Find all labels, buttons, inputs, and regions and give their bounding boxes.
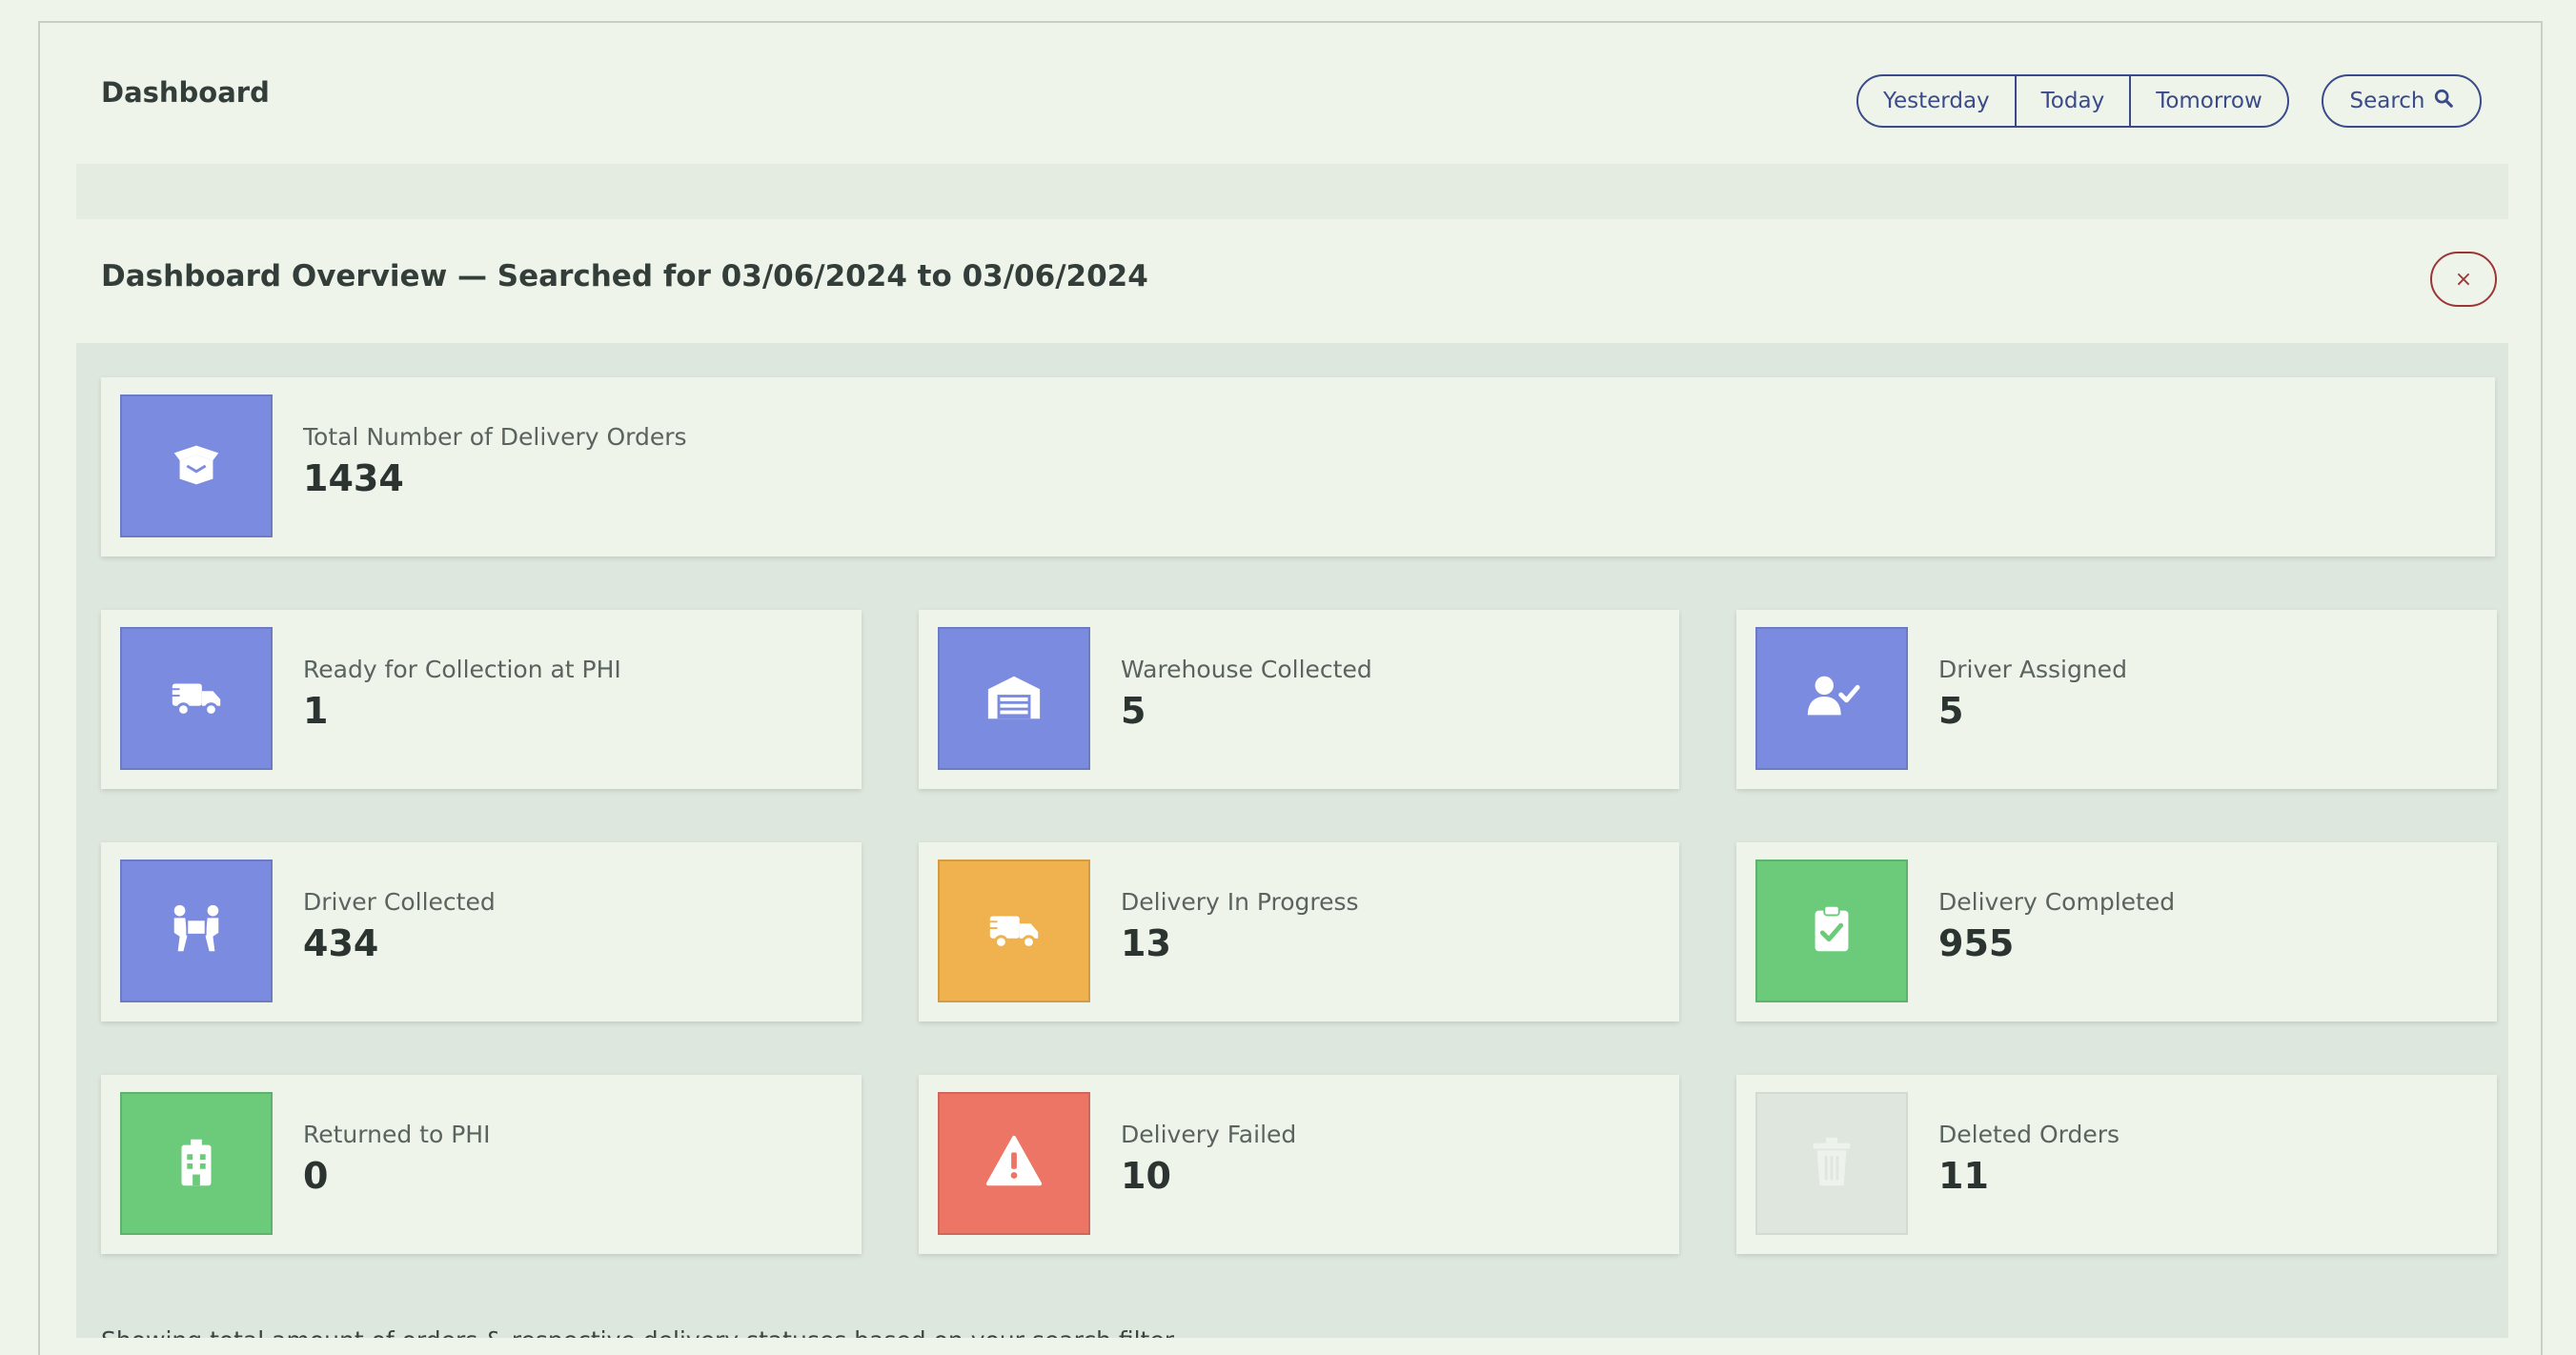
card-value: 434 <box>303 922 379 964</box>
card-returned-to-phi[interactable]: Returned to PHI 0 <box>101 1075 862 1254</box>
search-icon <box>2433 88 2454 114</box>
card-delivery-failed[interactable]: Delivery Failed 10 <box>919 1075 1679 1254</box>
overview-footer-text: Showing total amount of orders & respect… <box>101 1326 1174 1338</box>
overview-panel: Total Number of Delivery Orders 1434 Rea… <box>76 343 2508 1338</box>
card-warehouse-tile <box>938 627 1090 770</box>
card-failed-tile <box>938 1092 1090 1235</box>
card-value: 1434 <box>303 457 404 499</box>
shipping-truck-icon <box>984 900 1044 962</box>
card-label: Deleted Orders <box>1938 1121 2120 1148</box>
card-returned-tile <box>120 1092 273 1235</box>
card-label: Driver Assigned <box>1938 656 2127 683</box>
card-deleted-orders[interactable]: Deleted Orders 11 <box>1736 1075 2497 1254</box>
people-carry-icon <box>167 900 226 962</box>
card-value: 10 <box>1121 1155 1171 1197</box>
overview-header: Dashboard Overview — Searched for 03/06/… <box>76 219 2508 343</box>
card-label: Returned to PHI <box>303 1121 491 1148</box>
card-value: 0 <box>303 1155 329 1197</box>
card-value: 5 <box>1121 690 1146 732</box>
card-value: 1 <box>303 690 329 732</box>
yesterday-button[interactable]: Yesterday <box>1858 76 2017 126</box>
warning-icon <box>984 1132 1044 1195</box>
card-warehouse-collected[interactable]: Warehouse Collected 5 <box>919 610 1679 789</box>
card-label: Ready for Collection at PHI <box>303 656 621 683</box>
dashboard-frame: Dashboard Yesterday Today Tomorrow Searc… <box>38 21 2543 1355</box>
card-value: 13 <box>1121 922 1171 964</box>
card-delivery-completed[interactable]: Delivery Completed 955 <box>1736 842 2497 1021</box>
card-driver-collected[interactable]: Driver Collected 434 <box>101 842 862 1021</box>
card-delivery-in-progress[interactable]: Delivery In Progress 13 <box>919 842 1679 1021</box>
date-filter-group: Yesterday Today Tomorrow <box>1856 74 2289 128</box>
card-label: Delivery Failed <box>1121 1121 1297 1148</box>
today-button[interactable]: Today <box>2017 76 2132 126</box>
card-driver-collected-tile <box>120 860 273 1002</box>
divider-strip <box>76 164 2508 219</box>
card-completed-tile <box>1755 860 1908 1002</box>
card-label: Delivery Completed <box>1938 888 2176 916</box>
card-value: 11 <box>1938 1155 1989 1197</box>
trash-icon <box>1802 1132 1861 1195</box>
warehouse-icon <box>984 667 1044 730</box>
page-header: Dashboard Yesterday Today Tomorrow Searc… <box>40 23 2541 164</box>
card-deleted-tile <box>1755 1092 1908 1235</box>
user-check-icon <box>1802 667 1861 730</box>
card-ready-for-collection[interactable]: Ready for Collection at PHI 1 <box>101 610 862 789</box>
card-in-progress-tile <box>938 860 1090 1002</box>
card-driver-assigned[interactable]: Driver Assigned 5 <box>1736 610 2497 789</box>
search-button[interactable]: Search <box>2322 74 2482 128</box>
tomorrow-button[interactable]: Tomorrow <box>2131 76 2287 126</box>
card-label: Total Number of Delivery Orders <box>303 423 687 451</box>
hospital-icon <box>167 1132 226 1195</box>
card-label: Driver Collected <box>303 888 496 916</box>
card-total-orders-tile <box>120 394 273 537</box>
card-total-orders[interactable]: Total Number of Delivery Orders 1434 <box>101 377 2495 556</box>
card-value: 5 <box>1938 690 1964 732</box>
box-open-icon <box>167 435 226 497</box>
clipboard-check-icon <box>1802 900 1861 962</box>
card-label: Warehouse Collected <box>1121 656 1372 683</box>
overview-title: Dashboard Overview — Searched for 03/06/… <box>101 259 1148 293</box>
shipping-truck-icon <box>167 667 226 730</box>
close-overview-button[interactable]: × <box>2430 252 2497 307</box>
search-button-label: Search <box>2349 89 2425 113</box>
card-ready-tile <box>120 627 273 770</box>
page-title: Dashboard <box>101 76 270 109</box>
card-driver-assigned-tile <box>1755 627 1908 770</box>
card-label: Delivery In Progress <box>1121 888 1359 916</box>
card-value: 955 <box>1938 922 2015 964</box>
